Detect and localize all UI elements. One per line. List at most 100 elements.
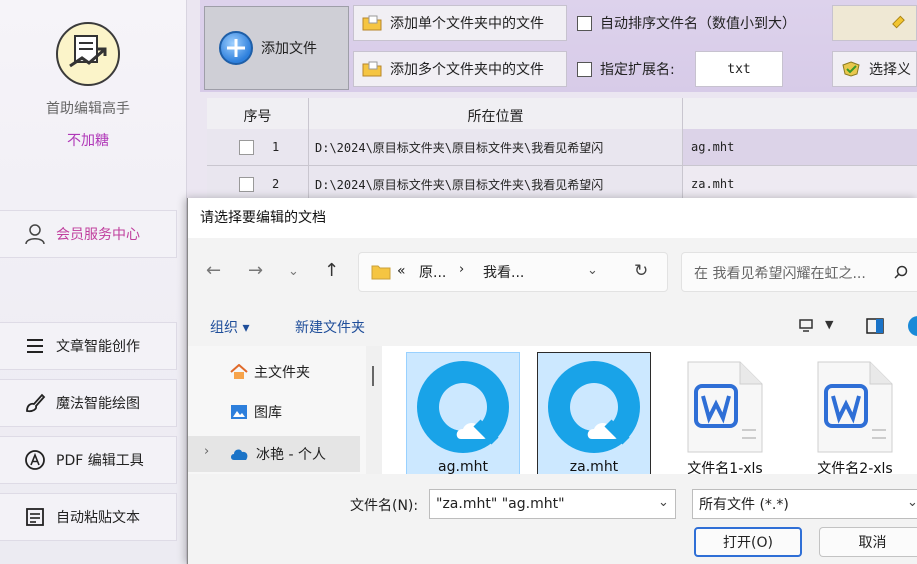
sidebar-item-label: 魔法智能绘图: [56, 396, 140, 412]
word-file-icon: [817, 361, 893, 453]
sidebar-item-pdf[interactable]: PDF 编辑工具: [0, 436, 177, 484]
search-icon[interactable]: [894, 265, 908, 279]
nav-item-cloud[interactable]: › 冰艳 - 个人: [188, 436, 360, 472]
pdf-icon: [25, 450, 45, 470]
add-file-button[interactable]: 添加文件: [204, 6, 349, 90]
cloud-icon: [231, 449, 248, 460]
file-type-select[interactable]: 所有文件 (*.*) ⌄: [692, 489, 917, 519]
document-icon: [26, 508, 44, 526]
user-icon: [25, 224, 45, 245]
file-name: 文件名2-xls: [817, 461, 893, 474]
address-bar[interactable]: « 原... › 我看... ⌄ ↻: [358, 252, 668, 292]
folder-icon: [362, 61, 382, 77]
chevron-down-icon[interactable]: ⌄: [658, 495, 669, 510]
nav-item-gallery[interactable]: 图库: [230, 402, 282, 422]
breadcrumb-more-icon[interactable]: «: [397, 263, 406, 279]
search-box[interactable]: 在 我看见希望闪耀在虹之...: [681, 252, 917, 292]
file-open-dialog: 请选择要编辑的文档 ← → ⌄ ↑ « 原... › 我看... ⌄ ↻ 在 我…: [187, 198, 917, 564]
add-file-label: 添加文件: [261, 41, 317, 57]
search-input[interactable]: 在 我看见希望闪耀在虹之...: [694, 263, 866, 283]
sidebar-item-article[interactable]: 文章智能创作: [0, 322, 177, 370]
breadcrumb-item[interactable]: 原...: [419, 262, 446, 282]
member-center-button[interactable]: 会员服务中心: [0, 210, 177, 258]
nav-scrollbar[interactable]: [366, 346, 382, 474]
chevron-down-icon[interactable]: ⌄: [907, 495, 917, 510]
organize-button[interactable]: 组织 ▾: [210, 317, 249, 337]
row-checkbox[interactable]: [239, 139, 254, 155]
sidebar-item-label: PDF 编辑工具: [56, 453, 144, 469]
help-icon[interactable]: [908, 316, 917, 336]
view-dropdown-icon[interactable]: ▼: [825, 318, 833, 331]
file-name: ag.mht: [438, 459, 488, 474]
breadcrumb-separator-icon: ›: [459, 262, 465, 277]
filename-input[interactable]: "za.mht" "ag.mht" ⌄: [429, 489, 676, 519]
preview-pane-icon[interactable]: [866, 318, 884, 334]
row-location: D:\2024\原目标文件夹\原目标文件夹\我看见希望闪: [309, 129, 683, 166]
row-index: 1: [272, 140, 280, 154]
breadcrumb-item[interactable]: 我看...: [483, 262, 524, 282]
home-icon: [230, 364, 248, 379]
open-button[interactable]: 打开(O): [694, 527, 802, 557]
specify-ext-checkbox[interactable]: 指定扩展名:: [569, 51, 693, 87]
dialog-title: 请选择要编辑的文档: [200, 210, 326, 226]
gallery-icon: [231, 405, 247, 419]
filename-value: "za.mht" "ag.mht": [436, 496, 565, 512]
cancel-button[interactable]: 取消: [819, 527, 917, 557]
add-multi-folder-label: 添加多个文件夹中的文件: [390, 62, 544, 78]
auto-sort-label: 自动排序文件名（数值小到大）: [600, 16, 796, 32]
sidebar-item-label: 自动粘贴文本: [56, 510, 140, 526]
extension-input[interactable]: txt: [695, 51, 783, 87]
checkbox[interactable]: [577, 61, 592, 77]
back-arrow-icon[interactable]: ←: [206, 260, 221, 281]
plus-icon: [219, 31, 253, 65]
menu-lines-icon: [27, 339, 43, 353]
broom-icon: [892, 15, 905, 29]
browser-file-icon: [548, 361, 640, 453]
browser-file-icon: [417, 361, 509, 453]
table-row[interactable]: 1 D:\2024\原目标文件夹\原目标文件夹\我看见希望闪 ag.mht: [207, 129, 917, 166]
app-logo: [56, 22, 120, 86]
new-folder-button[interactable]: 新建文件夹: [295, 317, 365, 337]
sidebar: 首助编辑高手 不加糖 会员服务中心 文章智能创作 魔法智能绘图 PDF 编辑工具: [0, 0, 187, 564]
sidebar-item-label: 文章智能创作: [56, 339, 140, 355]
check-shield-icon: [842, 61, 860, 77]
dialog-footer: 文件名(N): "za.mht" "ag.mht" ⌄ 所有文件 (*.*) ⌄…: [188, 474, 917, 564]
nav-item-label: 主文件夹: [254, 365, 310, 381]
file-item-ag[interactable]: ag.mht: [406, 352, 520, 474]
toolbar-action-button[interactable]: [832, 5, 917, 41]
chevron-down-icon[interactable]: ⌄: [587, 263, 598, 278]
select-label: 选择义: [869, 62, 911, 78]
file-item-word-2[interactable]: 文件名2-xls: [798, 352, 912, 474]
row-filename: ag.mht: [683, 129, 917, 166]
add-multi-folder-button[interactable]: 添加多个文件夹中的文件: [353, 51, 567, 87]
select-button[interactable]: 选择义: [832, 51, 917, 87]
expand-chevron-icon[interactable]: ›: [204, 444, 209, 459]
auto-sort-checkbox[interactable]: 自动排序文件名（数值小到大）: [569, 5, 827, 41]
recent-locations-icon[interactable]: ⌄: [288, 264, 299, 279]
refresh-icon[interactable]: ↻: [634, 261, 648, 281]
specify-ext-label: 指定扩展名:: [600, 62, 675, 78]
filename-label: 文件名(N):: [350, 498, 419, 514]
forward-arrow-icon[interactable]: →: [248, 260, 263, 281]
add-single-folder-label: 添加单个文件夹中的文件: [390, 16, 544, 32]
file-item-word-1[interactable]: 文件名1-xls: [668, 352, 782, 474]
file-name: za.mht: [569, 459, 619, 474]
add-single-folder-button[interactable]: 添加单个文件夹中的文件: [353, 5, 567, 41]
folder-icon: [371, 265, 391, 280]
view-options-icon[interactable]: [798, 318, 814, 334]
brush-icon: [26, 393, 46, 413]
row-checkbox[interactable]: [239, 176, 254, 192]
checkbox[interactable]: [577, 15, 592, 31]
scroll-thumb[interactable]: [372, 366, 374, 386]
row-index: 2: [272, 177, 280, 191]
file-item-za[interactable]: za.mht: [537, 352, 651, 474]
folder-icon: [362, 15, 382, 31]
nav-item-home[interactable]: 主文件夹: [230, 362, 310, 382]
sidebar-item-paste[interactable]: 自动粘贴文本: [0, 493, 177, 541]
file-type-value: 所有文件 (*.*): [699, 497, 789, 513]
file-list: ag.mht za.mht 文件名1-xls 文件名2-xls: [384, 346, 917, 474]
member-center-label: 会员服务中心: [56, 227, 140, 243]
app-name: 首助编辑高手: [46, 101, 130, 117]
sidebar-item-drawing[interactable]: 魔法智能绘图: [0, 379, 177, 427]
up-arrow-icon[interactable]: ↑: [324, 260, 339, 281]
